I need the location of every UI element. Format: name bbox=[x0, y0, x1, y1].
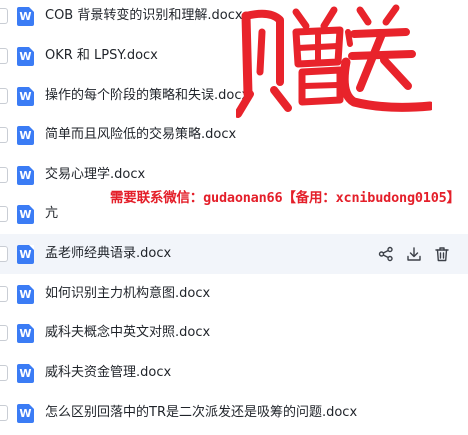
word-doc-icon: W bbox=[17, 404, 34, 423]
word-doc-icon: W bbox=[17, 126, 34, 145]
word-doc-icon: W bbox=[17, 7, 34, 26]
file-name[interactable]: 威科夫资金管理.docx bbox=[45, 353, 171, 393]
word-doc-icon: W bbox=[17, 245, 34, 264]
file-row[interactable]: W 威科夫资金管理.docx bbox=[0, 353, 468, 393]
overlay-prefix: 需要联系微信： bbox=[110, 190, 204, 206]
file-row[interactable]: W 威科夫概念中英文对照.docx bbox=[0, 313, 468, 353]
row-checkbox[interactable] bbox=[0, 246, 8, 262]
row-checkbox[interactable] bbox=[0, 8, 8, 24]
word-doc-icon: W bbox=[17, 285, 34, 304]
file-name[interactable]: OKR 和 LPSY.docx bbox=[45, 36, 158, 76]
word-doc-icon: W bbox=[17, 47, 34, 66]
file-name[interactable]: 孟老师经典语录.docx bbox=[45, 234, 171, 274]
overlay-wechat-id: gudaonan66 bbox=[203, 190, 283, 206]
overlay-backup-id: xcnibudong0105 bbox=[335, 190, 447, 206]
overlay-backup-open: 【备用： bbox=[282, 190, 336, 206]
gift-watermark-stamp: 赠送 bbox=[236, 4, 432, 118]
contact-overlay-banner: 需要联系微信：gudaonan66【备用：xcnibudong0105】 bbox=[106, 184, 464, 212]
file-row[interactable]: W 简单而且风险低的交易策略.docx bbox=[0, 115, 468, 155]
word-doc-icon: W bbox=[17, 205, 34, 224]
file-name[interactable]: 亢 bbox=[45, 194, 58, 234]
row-checkbox[interactable] bbox=[0, 206, 8, 222]
word-doc-icon: W bbox=[17, 364, 34, 383]
file-name[interactable]: 简单而且风险低的交易策略.docx bbox=[45, 115, 236, 155]
row-checkbox[interactable] bbox=[0, 88, 8, 104]
delete-button[interactable] bbox=[432, 244, 452, 264]
file-name[interactable]: 操作的每个阶段的策略和失误.docx bbox=[45, 76, 249, 116]
share-icon bbox=[378, 246, 394, 262]
file-name[interactable]: 威科夫概念中英文对照.docx bbox=[45, 313, 210, 353]
file-row[interactable]: W 孟老师经典语录.docx bbox=[0, 234, 468, 274]
word-doc-icon: W bbox=[17, 166, 34, 185]
file-name[interactable]: COB 背景转变的识别和理解.docx bbox=[45, 0, 243, 36]
row-actions bbox=[376, 234, 460, 274]
row-checkbox[interactable] bbox=[0, 405, 8, 421]
row-checkbox[interactable] bbox=[0, 127, 8, 143]
row-checkbox[interactable] bbox=[0, 325, 8, 341]
download-button[interactable] bbox=[404, 244, 424, 264]
file-name[interactable]: 如何识别主力机构意图.docx bbox=[45, 274, 210, 314]
download-icon bbox=[406, 246, 422, 262]
share-button[interactable] bbox=[376, 244, 396, 264]
row-checkbox[interactable] bbox=[0, 286, 8, 302]
row-checkbox[interactable] bbox=[0, 365, 8, 381]
file-name[interactable]: 怎么区别回落中的TR是二次派发还是吸筹的问题.docx bbox=[45, 393, 357, 433]
row-checkbox[interactable] bbox=[0, 167, 8, 183]
overlay-backup-close: 】 bbox=[446, 190, 461, 206]
trash-icon bbox=[434, 246, 450, 262]
file-row[interactable]: W 如何识别主力机构意图.docx bbox=[0, 274, 468, 314]
word-doc-icon: W bbox=[17, 324, 34, 343]
word-doc-icon: W bbox=[17, 87, 34, 106]
row-checkbox[interactable] bbox=[0, 48, 8, 64]
file-row[interactable]: W 怎么区别回落中的TR是二次派发还是吸筹的问题.docx bbox=[0, 393, 468, 433]
